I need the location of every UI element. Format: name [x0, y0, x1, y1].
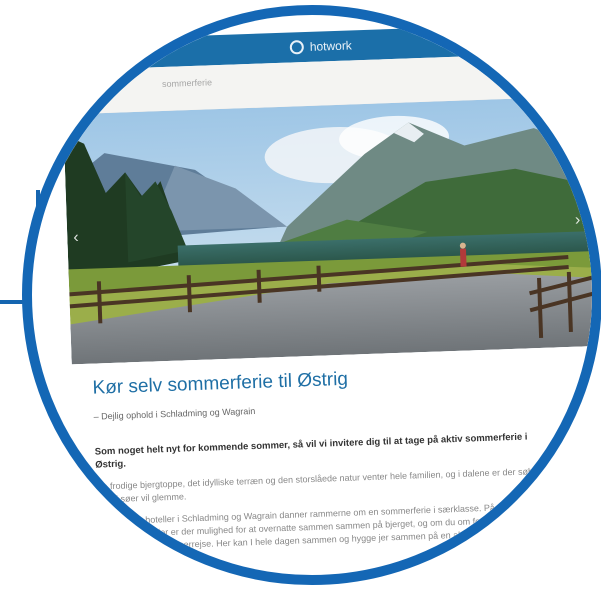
chevron-right-icon[interactable]: › — [575, 212, 581, 230]
article-subtitle: – Dejlig ophold i Schladming og Wagrain — [93, 405, 256, 422]
article: Kør selv sommerferie til Østrig – Dejlig… — [92, 362, 559, 575]
magnifier-lens: hotwork sommerferie ‹ › Kør selv sommerf… — [22, 5, 601, 585]
article-paragraph: Vores egne hoteller i Schladming og Wagr… — [97, 500, 545, 566]
hero-image: ‹ › — [63, 96, 592, 365]
webpage-screenshot: hotwork sommerferie ‹ › Kør selv sommerf… — [32, 15, 592, 575]
article-paragraph: De frodige bjergtoppe, det idylliske ter… — [95, 465, 554, 505]
chevron-left-icon[interactable]: ‹ — [73, 229, 79, 247]
circle-logo-icon — [289, 40, 305, 55]
search-input[interactable]: sommerferie — [162, 77, 212, 89]
article-lead: Som noget helt nyt for kommende sommer, … — [94, 431, 528, 471]
article-title: Kør selv sommerferie til Østrig — [92, 368, 349, 399]
mountain-lake-landscape — [63, 96, 592, 365]
brand-name[interactable]: hotwork — [310, 38, 352, 53]
